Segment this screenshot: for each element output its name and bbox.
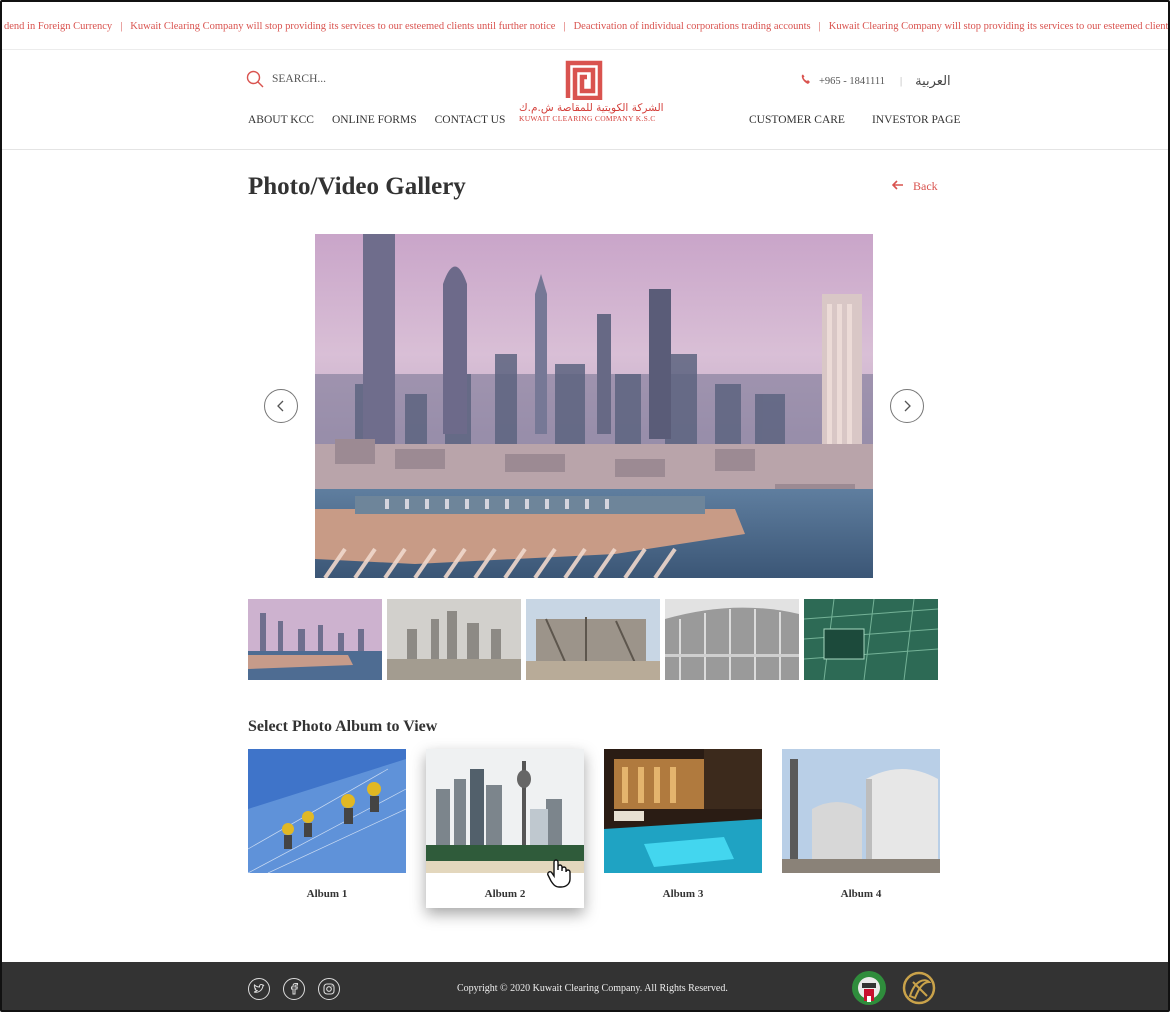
gold-emblem-icon[interactable] — [901, 970, 937, 1006]
header-contact: +965 - 1841111 | العربية — [800, 74, 951, 89]
arrow-left-icon — [891, 179, 904, 194]
kuwait-seal-icon[interactable] — [851, 970, 887, 1006]
browser-frame: dend in Foreign Currency | Kuwait Clearing… — [0, 0, 1170, 1012]
thumbnail-1[interactable] — [248, 599, 382, 680]
header-divider: | — [900, 76, 903, 87]
nav-online-forms[interactable]: ONLINE FORMS — [332, 114, 417, 126]
nav-right: CUSTOMER CARE INVESTOR PAGE — [749, 114, 960, 126]
twitter-icon[interactable] — [248, 978, 270, 1000]
chevron-left-icon — [277, 400, 284, 412]
back-link[interactable]: Back — [891, 179, 938, 194]
ticker-separator: | — [818, 21, 821, 32]
ticker-item[interactable]: Kuwait Clearing Company will stop provid… — [829, 21, 1168, 32]
nav-contact-us[interactable]: CONTACT US — [435, 114, 506, 126]
hand-pointer-cursor-icon — [546, 858, 572, 893]
site-footer: Copyright © 2020 Kuwait Clearing Company… — [2, 962, 1168, 1010]
thumbnail-4[interactable] — [665, 599, 799, 680]
phone-number[interactable]: +965 - 1841111 — [819, 76, 885, 87]
album-2-image[interactable] — [426, 749, 584, 873]
album-card-1[interactable]: Album 1 — [248, 749, 406, 908]
back-label[interactable]: Back — [913, 179, 938, 194]
album-3-image[interactable] — [604, 749, 762, 873]
thumbnail-2[interactable] — [387, 599, 521, 680]
chevron-right-icon — [904, 400, 911, 412]
slider-prev-button[interactable] — [264, 389, 298, 423]
ticker-item[interactable]: dend in Foreign Currency — [4, 21, 112, 32]
ticker-divider — [2, 49, 1168, 50]
thumbnail-5[interactable] — [804, 599, 938, 680]
nav-left: ABOUT KCC ONLINE FORMS CONTACT US — [248, 114, 523, 126]
search-icon[interactable] — [246, 70, 264, 88]
album-1-image[interactable] — [248, 749, 406, 873]
site-logo[interactable]: الشركة الكويتية للمقاصة ش.م.ك KUWAIT CLE… — [519, 60, 664, 123]
site-header: SEARCH... ABOUT KCC ONLINE FORMS CONTACT… — [2, 52, 1168, 150]
facebook-icon[interactable] — [283, 978, 305, 1000]
slider-next-button[interactable] — [890, 389, 924, 423]
instagram-icon[interactable] — [318, 978, 340, 1000]
album-card-3[interactable]: Album 3 — [604, 749, 762, 908]
copyright-text: Copyright © 2020 Kuwait Clearing Company… — [457, 983, 728, 994]
nav-customer-care[interactable]: CUSTOMER CARE — [749, 114, 845, 126]
kcc-logo-mark — [565, 60, 603, 100]
search-label[interactable]: SEARCH... — [272, 73, 326, 85]
ticker-separator: | — [120, 21, 123, 32]
social-links — [248, 978, 340, 1000]
nav-about-kcc[interactable]: ABOUT KCC — [248, 114, 314, 126]
album-1-caption[interactable]: Album 1 — [248, 888, 406, 908]
phone-icon — [800, 74, 814, 89]
thumbnail-strip — [248, 599, 938, 680]
page-title: Photo/Video Gallery — [248, 173, 466, 200]
footer-seals — [851, 970, 937, 1006]
ticker-separator: | — [563, 21, 566, 32]
thumbnail-3[interactable] — [526, 599, 660, 680]
search-trigger[interactable]: SEARCH... — [246, 70, 326, 88]
language-switch[interactable]: العربية — [915, 74, 951, 89]
album-card-4[interactable]: Album 4 — [782, 749, 940, 908]
logo-english-name: KUWAIT CLEARING COMPANY K.S.C — [519, 114, 656, 123]
logo-arabic-name: الشركة الكويتية للمقاصة ش.م.ك — [519, 102, 664, 114]
ticker-item[interactable]: Deactivation of individual corporations … — [574, 21, 811, 32]
album-list: Album 1 Album 2 Album 3 Album 4 — [248, 749, 940, 908]
gallery-main-image — [315, 234, 873, 578]
album-4-image[interactable] — [782, 749, 940, 873]
news-ticker: dend in Foreign Currency | Kuwait Clearing… — [2, 18, 1168, 38]
nav-investor-page[interactable]: INVESTOR PAGE — [872, 114, 961, 126]
album-3-caption[interactable]: Album 3 — [604, 888, 762, 908]
album-4-caption[interactable]: Album 4 — [782, 888, 940, 908]
ticker-item[interactable]: Kuwait Clearing Company will stop provid… — [130, 21, 555, 32]
albums-heading: Select Photo Album to View — [248, 718, 438, 735]
